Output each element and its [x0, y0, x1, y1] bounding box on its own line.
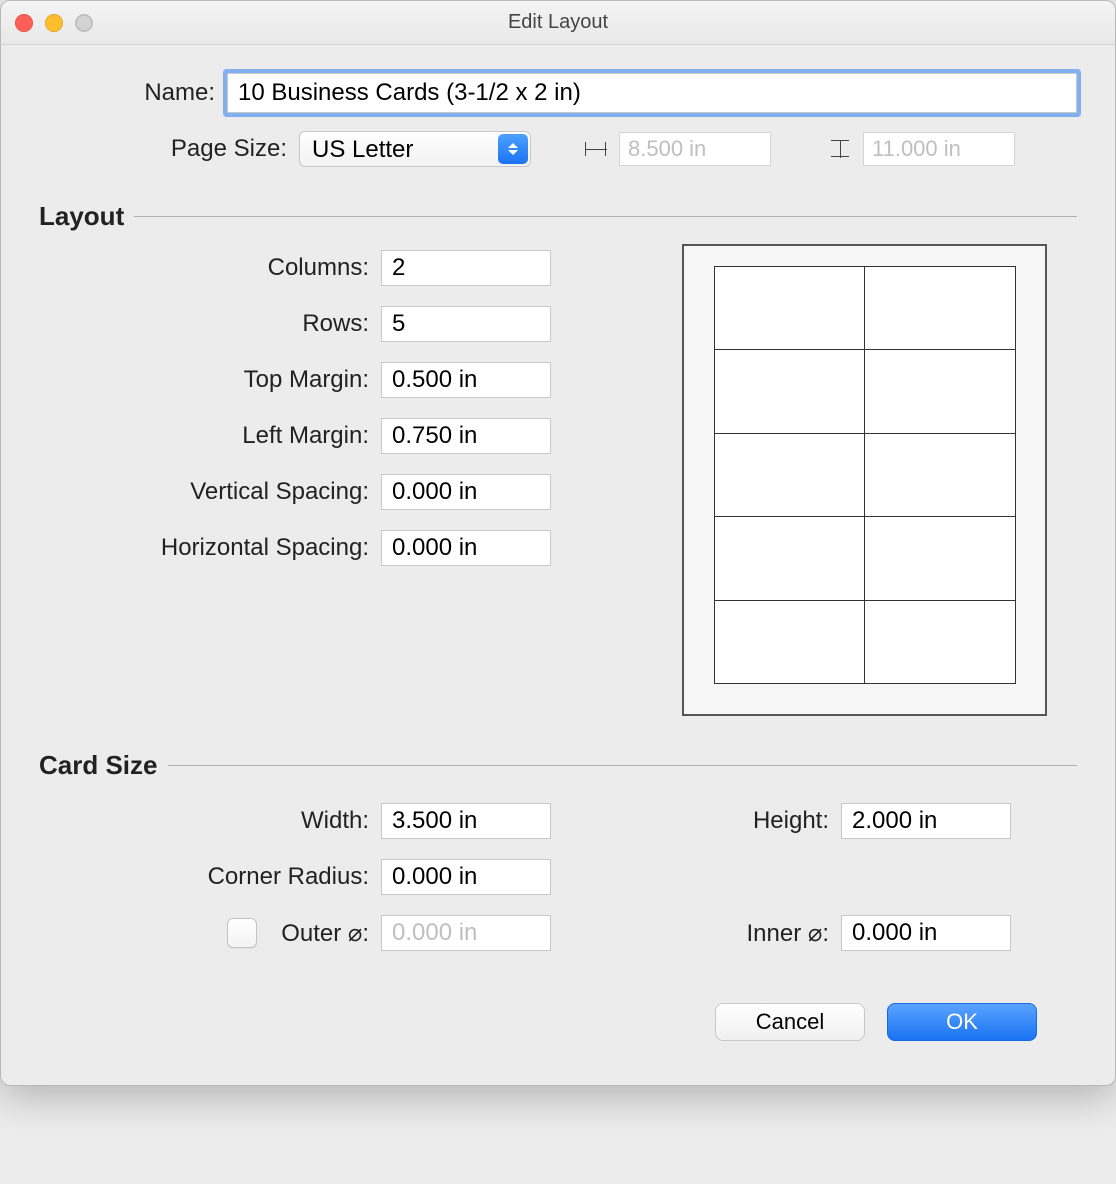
page-height-field: [863, 132, 1015, 166]
divider: [168, 765, 1078, 766]
height-label: Height:: [631, 807, 841, 835]
horizontal-spacing-input[interactable]: [381, 530, 551, 566]
preview-cell: [714, 433, 866, 518]
close-icon[interactable]: [15, 14, 33, 32]
page-size-label: Page Size:: [39, 135, 299, 163]
columns-input[interactable]: [381, 250, 551, 286]
preview-cell: [864, 516, 1016, 601]
page-size-select[interactable]: US Letter: [299, 131, 531, 167]
outer-diameter-label: Outer ⌀:: [281, 919, 369, 948]
title-bar: Edit Layout: [1, 1, 1115, 45]
inner-diameter-input[interactable]: [841, 915, 1011, 951]
corner-radius-label: Corner Radius:: [39, 863, 381, 891]
width-label: Width:: [39, 807, 381, 835]
vertical-spacing-input[interactable]: [381, 474, 551, 510]
height-icon: [827, 138, 853, 160]
preview-cell: [864, 600, 1016, 685]
name-input[interactable]: [227, 73, 1077, 113]
name-label: Name:: [39, 79, 227, 107]
ok-button[interactable]: OK: [887, 1003, 1037, 1041]
minimize-icon[interactable]: [45, 14, 63, 32]
preview-cell: [714, 266, 866, 351]
corner-radius-input[interactable]: [381, 859, 551, 895]
window-title: Edit Layout: [1, 11, 1115, 34]
card-height-input[interactable]: [841, 803, 1011, 839]
top-margin-input[interactable]: [381, 362, 551, 398]
preview-cell: [864, 266, 1016, 351]
preview-cell: [714, 349, 866, 434]
preview-cell: [864, 349, 1016, 434]
page-width-field: [619, 132, 771, 166]
horizontal-spacing-label: Horizontal Spacing:: [39, 534, 381, 562]
window-controls: [15, 1, 93, 44]
inner-diameter-label: Inner ⌀:: [631, 919, 841, 948]
top-margin-label: Top Margin:: [39, 366, 381, 394]
preview-cell: [714, 600, 866, 685]
outer-diameter-checkbox[interactable]: [227, 918, 257, 948]
preview-cell: [714, 516, 866, 601]
columns-label: Columns:: [39, 254, 381, 282]
layout-preview: [682, 244, 1047, 716]
vertical-spacing-label: Vertical Spacing:: [39, 478, 381, 506]
card-width-input[interactable]: [381, 803, 551, 839]
zoom-icon: [75, 14, 93, 32]
preview-cell: [864, 433, 1016, 518]
cancel-button[interactable]: Cancel: [715, 1003, 865, 1041]
rows-label: Rows:: [39, 310, 381, 338]
preview-page: [682, 244, 1047, 716]
layout-section-title: Layout: [39, 201, 124, 232]
left-margin-input[interactable]: [381, 418, 551, 454]
width-icon: [583, 138, 609, 160]
edit-layout-dialog: Edit Layout Name: Page Size: US Letter: [0, 0, 1116, 1086]
rows-input[interactable]: [381, 306, 551, 342]
divider: [134, 216, 1077, 217]
outer-diameter-input: [381, 915, 551, 951]
left-margin-label: Left Margin:: [39, 422, 381, 450]
card-size-section-title: Card Size: [39, 750, 158, 781]
